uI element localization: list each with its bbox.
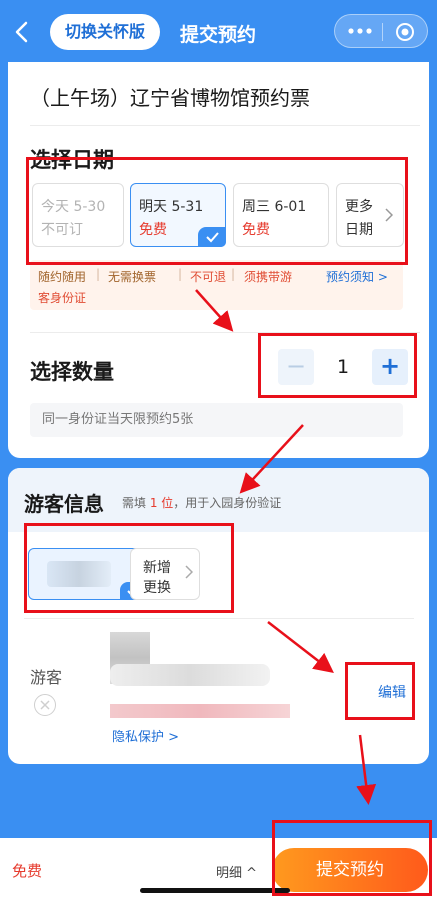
annotation-box-edit (345, 662, 415, 720)
notice-tag: 须携带游 (244, 270, 293, 284)
divider (30, 125, 420, 126)
page-title: 提交预约 (180, 24, 257, 46)
notice-separator: | (96, 267, 101, 281)
visitor-hint-count: 1 位 (149, 496, 174, 510)
guest-label: 游客 (30, 668, 63, 687)
visitor-hint-suffix: ，用于入园身份验证 (173, 496, 282, 510)
notice-tag: 无需换票 (108, 270, 157, 284)
remove-circle-icon[interactable] (34, 694, 56, 716)
capsule-divider (382, 23, 383, 41)
visitor-hint: 需填 1 位，用于入园身份验证 (122, 494, 281, 511)
quantity-hint: 同一身份证当天限预约5张 (30, 403, 403, 437)
annotation-box-submit (272, 820, 432, 896)
mini-program-capsule (334, 14, 428, 48)
notice-separator: | (178, 267, 183, 281)
quantity-section-title: 选择数量 (30, 360, 114, 384)
total-price: 免费 (12, 862, 43, 880)
home-indicator (140, 888, 290, 893)
booking-rules-link[interactable]: 预约须知 > (326, 268, 388, 285)
close-target-icon[interactable] (395, 22, 415, 42)
notice-tag: 随约随用 (38, 270, 87, 284)
visitor-hint-prefix: 需填 (122, 496, 150, 510)
notice-separator: | (231, 267, 236, 281)
annotation-box-visitor (24, 523, 234, 613)
ticket-title: （上午场）辽宁省博物馆预约票 (30, 86, 310, 110)
divider (24, 618, 414, 619)
booking-notice: 随约随用 | 无需换票 | 不可退 | 须携带游 客身份证 预约须知 > (30, 260, 403, 310)
back-arrow-icon[interactable] (10, 18, 36, 46)
more-dots-icon[interactable] (347, 21, 373, 41)
blurred-guest-id (110, 704, 290, 718)
annotation-box-quantity (258, 333, 417, 398)
notice-tag: 不可退 (190, 270, 227, 284)
navigation-bar: 切换关怀版 提交预约 (0, 0, 437, 64)
privacy-protection-link[interactable]: 隐私保护 > (112, 726, 179, 745)
notice-tag: 客身份证 (38, 291, 87, 305)
blurred-guest-info (110, 664, 270, 686)
annotation-box-dates (26, 157, 408, 265)
price-detail-toggle[interactable]: 明细 ^ (216, 862, 257, 881)
care-mode-button[interactable]: 切换关怀版 (50, 14, 160, 50)
visitor-section-title: 游客信息 (24, 492, 104, 516)
